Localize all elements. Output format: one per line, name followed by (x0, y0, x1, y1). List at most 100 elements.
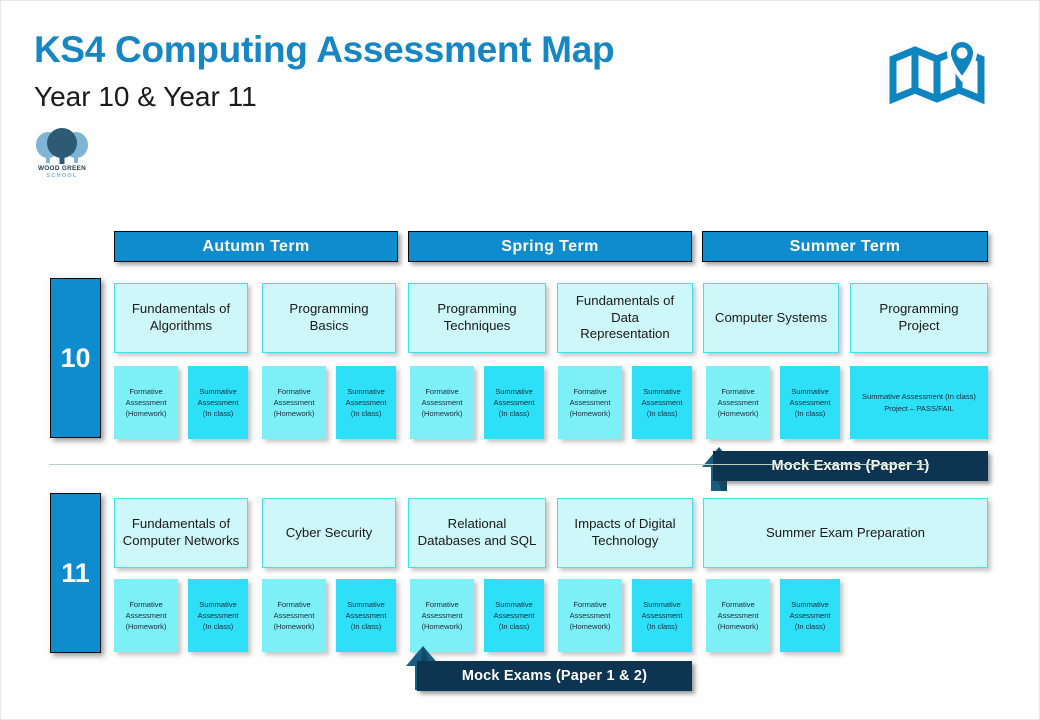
assessment-box[interactable]: Formative Assessment (Homework) (706, 579, 770, 652)
topic-card[interactable]: Fundamentals of Algorithms (114, 283, 248, 353)
assessment-box[interactable]: Summative Assessment (In class) (484, 366, 544, 439)
assessment-line: (Homework) (421, 622, 463, 632)
assessment-line: Assessment (345, 610, 387, 620)
assessment-line: (Homework) (125, 409, 167, 419)
topic-card[interactable]: Programming Project (850, 283, 988, 353)
assessment-box[interactable]: Summative Assessment (In class) (336, 366, 396, 439)
assessment-line: Assessment (125, 397, 167, 407)
assessment-line: Assessment (345, 397, 387, 407)
assessment-box[interactable]: Formative Assessment (Homework) (410, 366, 474, 439)
assessment-line: Summative (347, 386, 385, 396)
assessment-line: Assessment (421, 610, 463, 620)
school-name-sub: SCHOOL (46, 173, 78, 179)
assessment-line: Assessment (197, 397, 239, 407)
assessment-line: (In class) (498, 622, 530, 632)
topic-card[interactable]: Cyber Security (262, 498, 396, 568)
assessment-box[interactable]: Formative Assessment (Homework) (410, 579, 474, 652)
assessment-line: (In class) (646, 622, 678, 632)
assessment-line: (In class) (202, 409, 234, 419)
assessment-line: Formative (425, 599, 459, 609)
assessment-line: Formative (129, 386, 163, 396)
assessment-line: Summative (791, 599, 829, 609)
assessment-box[interactable]: Formative Assessment (Homework) (114, 366, 178, 439)
assessment-line: Assessment (641, 397, 683, 407)
assessment-box[interactable]: Formative Assessment (Homework) (262, 579, 326, 652)
assessment-line: (In class) (498, 409, 530, 419)
assessment-line: Formative (277, 599, 311, 609)
school-name: WOOD GREEN (37, 165, 87, 172)
topic-card[interactable]: Impacts of Digital Technology (557, 498, 693, 568)
assessment-line: Summative (199, 599, 237, 609)
assessment-line: Summative (199, 386, 237, 396)
assessment-box[interactable]: Formative Assessment (Homework) (262, 366, 326, 439)
assessment-line: Assessment (717, 610, 759, 620)
assessment-line: Summative (495, 599, 533, 609)
year-label-10: 10 (50, 278, 101, 438)
assessment-line: Assessment (197, 610, 239, 620)
assessment-line: (Homework) (717, 622, 759, 632)
mock-exam-banner-year10[interactable]: Mock Exams (Paper 1) (713, 451, 988, 481)
topic-card[interactable]: Fundamentals of Data Representation (557, 283, 693, 353)
assessment-line: Project – PASS/FAIL (884, 403, 954, 413)
assessment-box[interactable]: Formative Assessment (Homework) (558, 579, 622, 652)
assessment-line: (Homework) (421, 409, 463, 419)
assessment-box[interactable]: Formative Assessment (Homework) (558, 366, 622, 439)
assessment-line: Formative (721, 599, 755, 609)
assessment-line: Summative (643, 599, 681, 609)
assessment-line: (In class) (350, 622, 382, 632)
page-title: KS4 Computing Assessment Map (34, 29, 615, 70)
assessment-line: Formative (573, 599, 607, 609)
mock-exam-banner-year11[interactable]: Mock Exams (Paper 1 & 2) (417, 661, 692, 691)
assessment-box[interactable]: Summative Assessment (In class) (336, 579, 396, 652)
assessment-line: Assessment (789, 397, 831, 407)
assessment-line: Summative (791, 386, 829, 396)
assessment-line: (In class) (794, 409, 826, 419)
assessment-box[interactable]: Formative Assessment (Homework) (706, 366, 770, 439)
topic-card[interactable]: Computer Systems (703, 283, 839, 353)
assessment-line: Summative (347, 599, 385, 609)
assessment-box[interactable]: Summative Assessment (In class) (188, 579, 248, 652)
assessment-line: (In class) (350, 409, 382, 419)
assessment-line: Assessment (273, 397, 315, 407)
assessment-box[interactable]: Summative Assessment (In class) (780, 366, 840, 439)
assessment-box[interactable]: Summative Assessment (In class) (484, 579, 544, 652)
term-header-summer[interactable]: Summer Term (702, 231, 988, 262)
assessment-box[interactable]: Summative Assessment (In class) (780, 579, 840, 652)
assessment-box[interactable]: Summative Assessment (In class) (632, 366, 692, 439)
term-header-autumn[interactable]: Autumn Term (114, 231, 398, 262)
assessment-box[interactable]: Formative Assessment (Homework) (114, 579, 178, 652)
assessment-line: Assessment (125, 610, 167, 620)
assessment-line: Assessment (789, 610, 831, 620)
assessment-line: Summative (495, 386, 533, 396)
assessment-line: Assessment (717, 397, 759, 407)
tree-icon (36, 128, 88, 164)
assessment-line: (Homework) (569, 409, 611, 419)
assessment-line: Summative (643, 386, 681, 396)
assessment-line: Assessment (273, 610, 315, 620)
assessment-line: Formative (277, 386, 311, 396)
assessment-line: Assessment (641, 610, 683, 620)
topic-card[interactable]: Summer Exam Preparation (703, 498, 988, 568)
assessment-line: (Homework) (569, 622, 611, 632)
topic-card[interactable]: Relational Databases and SQL (408, 498, 546, 568)
assessment-line: (Homework) (273, 622, 315, 632)
assessment-line: Formative (129, 599, 163, 609)
assessment-box-project[interactable]: Summative Assessment (In class) Project –… (850, 366, 988, 439)
assessment-line: Formative (573, 386, 607, 396)
assessment-line: Assessment (569, 610, 611, 620)
term-header-spring[interactable]: Spring Term (408, 231, 692, 262)
topic-card[interactable]: Programming Techniques (408, 283, 546, 353)
assessment-line: (In class) (202, 622, 234, 632)
page-subtitle: Year 10 & Year 11 (34, 81, 257, 112)
assessment-line: (Homework) (717, 409, 759, 419)
assessment-line: (Homework) (125, 622, 167, 632)
map-location-icon (887, 37, 987, 109)
assessment-line: Assessment (493, 610, 535, 620)
assessment-box[interactable]: Summative Assessment (In class) (632, 579, 692, 652)
school-logo: WOOD GREEN SCHOOL (31, 128, 93, 184)
topic-card[interactable]: Fundamentals of Computer Networks (114, 498, 248, 568)
assessment-box[interactable]: Summative Assessment (In class) (188, 366, 248, 439)
row-divider (49, 464, 929, 465)
topic-card[interactable]: Programming Basics (262, 283, 396, 353)
assessment-line: Assessment (569, 397, 611, 407)
